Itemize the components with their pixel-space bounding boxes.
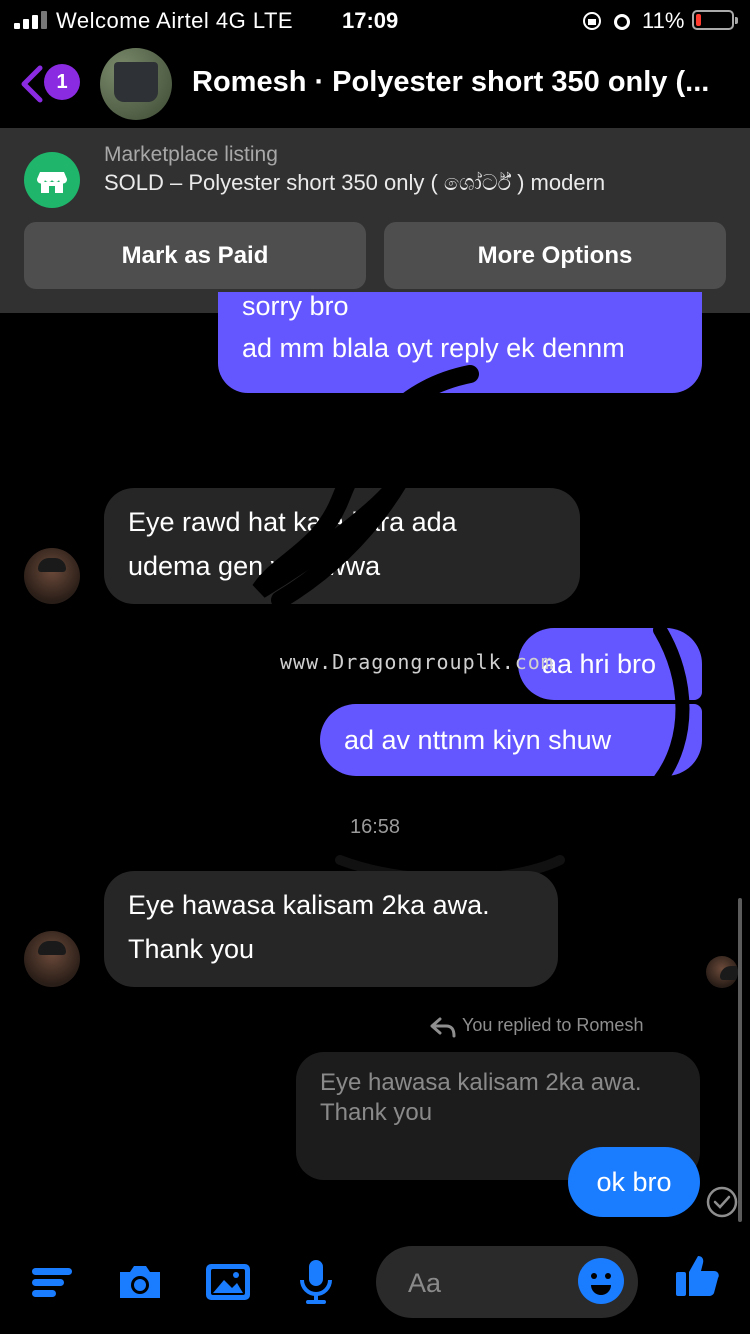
signal-icon <box>14 11 50 29</box>
storefront-icon <box>24 152 80 208</box>
reply-indicator: You replied to Romesh <box>462 1015 644 1035</box>
quoted-text: Eye hawasa kalisam 2ka awa. Thank you <box>320 1069 642 1126</box>
mark-as-paid-button[interactable]: Mark as Paid <box>24 222 366 289</box>
listing-label: Marketplace listing <box>104 143 278 166</box>
gallery-icon[interactable] <box>202 1256 254 1308</box>
message-text: Thank you <box>128 934 255 964</box>
reply-arrow-icon <box>430 1017 456 1038</box>
carrier-label: Welcome Airtel 4G LTE <box>56 8 294 33</box>
like-icon[interactable] <box>672 1250 724 1302</box>
delivered-check-icon <box>706 1186 738 1218</box>
battery-icon <box>692 10 738 30</box>
listing-avatar[interactable] <box>100 48 172 120</box>
status-bar: Welcome Airtel 4G LTE 17:09 11% <box>0 0 750 42</box>
status-time: 17:09 <box>342 8 399 33</box>
message-text: sorry bro <box>242 291 349 321</box>
listing-title[interactable]: SOLD – Polyester short 350 only ( ශෝර්ට්… <box>104 170 605 196</box>
unread-badge[interactable]: 1 <box>44 64 80 100</box>
camera-icon[interactable] <box>114 1256 166 1308</box>
message-text: ok bro <box>596 1166 672 1197</box>
mic-icon[interactable] <box>290 1256 342 1308</box>
message-composer[interactable] <box>376 1246 638 1318</box>
battery-percent: 11% <box>642 8 685 33</box>
message-bubble-incoming[interactable]: Eye hawasa kalisam 2ka awa. Thank you <box>104 871 558 987</box>
chat-title[interactable]: Romesh · Polyester short 350 only (... <box>192 66 746 99</box>
lock-alarm-icon <box>583 12 630 30</box>
avatar[interactable] <box>24 931 80 987</box>
message-bubble-outgoing[interactable]: ok bro <box>568 1147 700 1217</box>
composer-bar <box>0 1236 750 1334</box>
message-timestamp: 16:58 <box>349 816 401 838</box>
scrollbar[interactable] <box>738 898 742 1222</box>
more-options-button[interactable]: More Options <box>384 222 726 289</box>
menu-icon[interactable] <box>28 1256 80 1308</box>
message-input[interactable] <box>406 1262 570 1304</box>
emoji-icon[interactable] <box>578 1258 624 1304</box>
avatar[interactable] <box>24 548 80 604</box>
read-receipt-avatar <box>706 956 738 988</box>
message-text: Eye hawasa kalisam 2ka awa. <box>128 890 490 920</box>
chat-header: 1 Romesh · Polyester short 350 only (... <box>0 42 750 128</box>
